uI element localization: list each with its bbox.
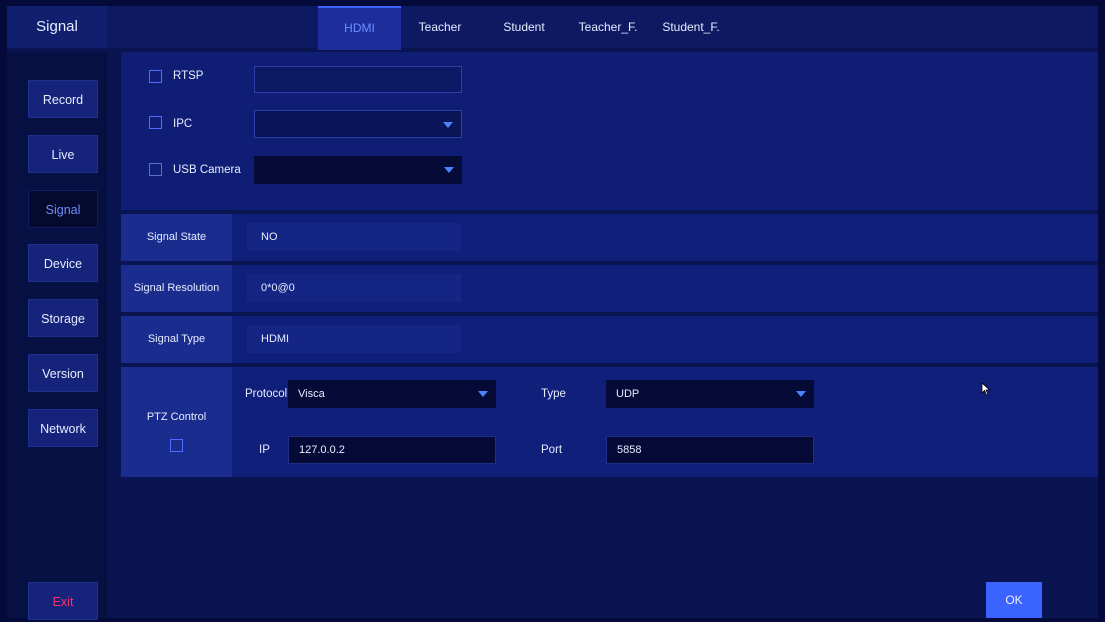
type-label: Type (541, 388, 566, 400)
signal-resolution-value: 0*0@0 (247, 274, 461, 302)
mouse-cursor-icon (981, 382, 991, 396)
ip-input[interactable]: 127.0.0.2 (288, 436, 496, 464)
main-content: RTSP IPC USB Camera Signal State NO Sign… (107, 52, 1098, 618)
port-label: Port (541, 444, 563, 456)
sidebar-item-network[interactable]: Network (28, 409, 98, 447)
sidebar-item-storage[interactable]: Storage (28, 299, 98, 337)
signal-resolution-row: Signal Resolution 0*0@0 (121, 265, 1098, 312)
usb-camera-label: USB Camera (173, 164, 241, 176)
page-title: Signal (7, 6, 107, 48)
protocol-label: Protocol (245, 388, 288, 400)
ipc-label: IPC (173, 118, 193, 130)
tab-hdmi[interactable]: HDMI (318, 6, 401, 50)
usb-camera-select[interactable] (254, 156, 462, 184)
chevron-down-icon (796, 391, 806, 397)
source-panel: RTSP IPC USB Camera (121, 52, 1098, 210)
ipc-checkbox[interactable] (149, 116, 162, 129)
tab-student-f[interactable]: Student_F. (653, 6, 729, 48)
sidebar-item-signal[interactable]: Signal (28, 190, 98, 228)
sidebar-item-record[interactable]: Record (28, 80, 98, 118)
chevron-down-icon (444, 167, 454, 173)
signal-type-value: HDMI (247, 325, 461, 353)
port-input[interactable]: 5858 (606, 436, 814, 464)
type-select[interactable]: UDP (606, 380, 814, 408)
chevron-down-icon (478, 391, 488, 397)
type-select-value: UDP (616, 388, 640, 400)
signal-state-value: NO (247, 223, 461, 251)
sidebar: Record Live Signal Device Storage Versio… (7, 52, 107, 620)
ptz-label-cell: PTZ Control (121, 367, 232, 477)
signal-state-row: Signal State NO (121, 214, 1098, 261)
signal-type-label: Signal Type (121, 316, 232, 363)
rtsp-url-input[interactable] (254, 66, 462, 93)
usb-camera-checkbox[interactable] (149, 163, 162, 176)
signal-window: Signal HDMI Teacher Student Teacher_F. S… (7, 6, 1098, 620)
protocol-select[interactable]: Visca (288, 380, 496, 408)
ok-button[interactable]: OK (986, 582, 1042, 618)
ipc-select[interactable] (254, 110, 462, 138)
signal-resolution-label: Signal Resolution (121, 265, 232, 312)
ptz-control-checkbox[interactable] (170, 439, 183, 452)
ptz-control-panel: PTZ Control Protocol Visca Type UDP IP 1… (121, 367, 1098, 477)
signal-type-row: Signal Type HDMI (121, 316, 1098, 363)
header-bar: Signal HDMI Teacher Student Teacher_F. S… (7, 6, 1098, 50)
sidebar-item-live[interactable]: Live (28, 135, 98, 173)
chevron-down-icon (443, 122, 453, 128)
signal-state-label: Signal State (121, 214, 232, 261)
rtsp-label: RTSP (173, 70, 204, 82)
rtsp-checkbox[interactable] (149, 70, 162, 83)
protocol-select-value: Visca (298, 388, 325, 400)
tab-teacher[interactable]: Teacher (403, 6, 477, 48)
ip-label: IP (259, 444, 270, 456)
tab-student[interactable]: Student (488, 6, 560, 48)
sidebar-item-version[interactable]: Version (28, 354, 98, 392)
ptz-control-label: PTZ Control (146, 411, 207, 423)
exit-button[interactable]: Exit (28, 582, 98, 620)
sidebar-item-device[interactable]: Device (28, 244, 98, 282)
tab-teacher-f[interactable]: Teacher_F. (570, 6, 646, 48)
